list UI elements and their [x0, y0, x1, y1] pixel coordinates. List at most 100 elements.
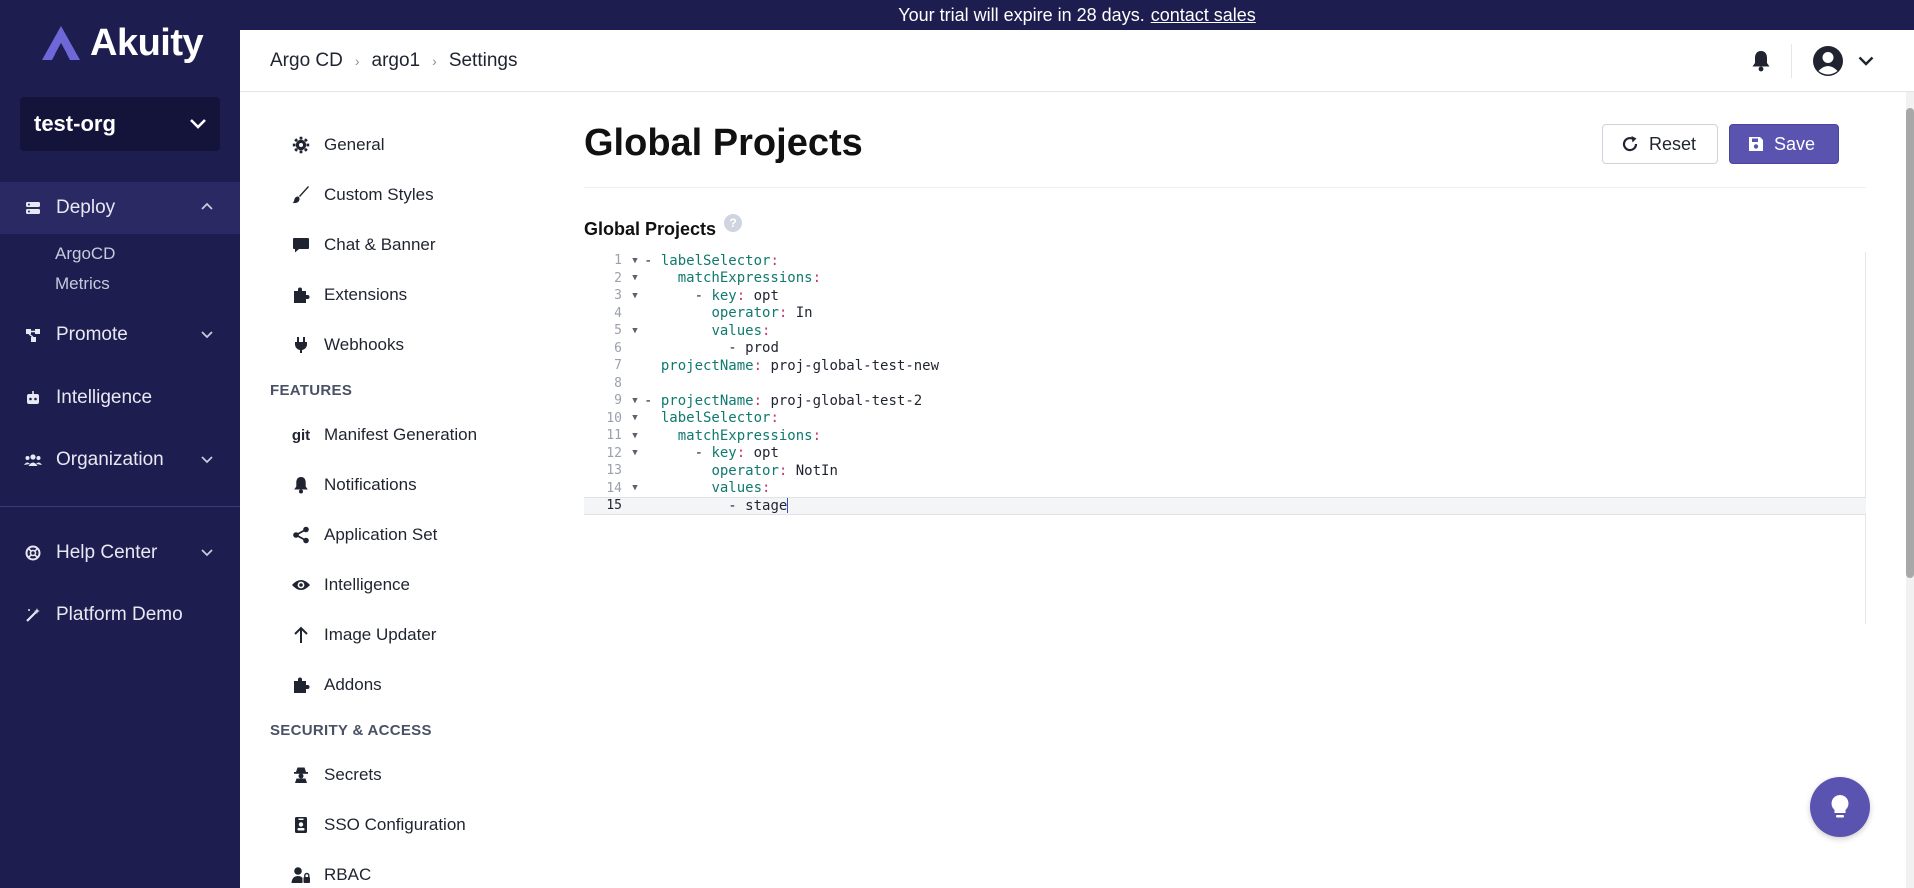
settings-item-chat-banner[interactable]: Chat & Banner — [290, 235, 436, 255]
yaml-colon: : — [762, 322, 771, 339]
user-lock-icon — [290, 865, 312, 885]
settings-item-label: Intelligence — [324, 575, 411, 594]
settings-item-webhooks[interactable]: Webhooks — [290, 335, 404, 355]
yaml-colon: : — [753, 392, 763, 409]
save-button[interactable]: Save — [1729, 124, 1839, 164]
contact-sales-link[interactable]: contact sales — [1151, 5, 1256, 26]
breadcrumb-argo-cd[interactable]: Argo CD — [270, 50, 343, 72]
git-icon: git — [291, 426, 311, 444]
code-line[interactable]: 12 ▼ - key: opt — [584, 445, 1866, 463]
code-line[interactable]: 2 ▼ matchExpressions: — [584, 270, 1866, 288]
org-selector[interactable]: test-org — [20, 97, 220, 151]
akuity-logo[interactable]: Akuity — [40, 22, 204, 65]
yaml-key: key — [711, 287, 737, 304]
code-line[interactable]: 9 ▼ - projectName: proj-global-test-2 — [584, 392, 1866, 410]
page-header: Argo CD › argo1 › Settings — [240, 30, 1914, 92]
bell-icon[interactable] — [1751, 50, 1771, 72]
fold-toggle-icon[interactable]: ▼ — [626, 431, 644, 441]
settings-item-application-set[interactable]: Application Set — [290, 525, 437, 545]
sidebar-item-intelligence[interactable]: Intelligence — [0, 372, 240, 424]
settings-item-notifications[interactable]: Notifications — [290, 475, 417, 495]
settings-item-manifest-generation[interactable]: git Manifest Generation — [290, 425, 477, 445]
fold-toggle-icon[interactable]: ▼ — [626, 448, 644, 458]
page-scrollbar[interactable] — [1906, 108, 1914, 578]
code-line[interactable]: 11 ▼ matchExpressions: — [584, 427, 1866, 445]
yaml-key: operator — [711, 462, 779, 479]
sidebar-item-organization[interactable]: Organization — [0, 434, 240, 486]
yaml-editor[interactable]: 1 ▼ - labelSelector: 2 ▼ matchExpressions: 3 ▼… — [584, 252, 1866, 624]
code-line[interactable]: 1 ▼ - labelSelector: — [584, 252, 1866, 270]
chevron-down-icon — [201, 456, 213, 464]
code-line[interactable]: 14 ▼ values: — [584, 480, 1866, 498]
plug-icon — [290, 335, 312, 355]
fold-toggle-icon[interactable]: ▼ — [626, 396, 644, 406]
code-line[interactable]: 3 ▼ - key: opt — [584, 287, 1866, 305]
settings-item-general[interactable]: General — [290, 135, 384, 155]
yaml-value: proj-global-test-new — [770, 357, 940, 374]
sidebar-item-promote[interactable]: Promote — [0, 309, 240, 361]
settings-item-rbac[interactable]: RBAC — [290, 865, 371, 885]
yaml-colon: : — [770, 410, 779, 427]
code-line[interactable]: 4 operator: In — [584, 305, 1866, 323]
code-line[interactable]: 7 projectName: proj-global-test-new — [584, 357, 1866, 375]
fold-toggle-icon[interactable]: ▼ — [626, 413, 644, 423]
sidebar-item-label: Help Center — [56, 542, 158, 563]
yaml-value: prod — [745, 340, 779, 357]
magic-wand-icon — [24, 606, 42, 624]
page-title: Global Projects — [584, 122, 863, 164]
fold-toggle-icon[interactable]: ▼ — [626, 483, 644, 493]
chevron-down-icon — [201, 549, 213, 557]
code-text: - key: opt — [644, 445, 779, 461]
yaml-key: matchExpressions — [677, 427, 813, 444]
puzzle-icon — [290, 285, 312, 305]
code-line[interactable]: 15 - stage — [584, 497, 1866, 515]
help-icon[interactable]: ? — [724, 213, 743, 232]
yaml-colon: : — [736, 287, 746, 304]
save-button-label: Save — [1774, 133, 1816, 154]
fold-toggle-icon[interactable]: ▼ — [626, 273, 644, 283]
yaml-colon: : — [736, 445, 746, 462]
yaml-key: values — [711, 322, 763, 339]
fold-toggle-icon[interactable]: ▼ — [626, 256, 644, 266]
header-actions — [1751, 44, 1874, 78]
reset-button[interactable]: Reset — [1602, 124, 1718, 164]
code-line[interactable]: 5 ▼ values: — [584, 322, 1866, 340]
settings-section-security: SECURITY & ACCESS — [270, 722, 432, 739]
yaml-value: opt — [753, 287, 779, 304]
sidebar-subitem-argocd[interactable]: ArgoCD — [55, 244, 115, 264]
settings-item-label: Manifest Generation — [324, 425, 478, 444]
fold-toggle-icon[interactable]: ▼ — [626, 291, 644, 301]
fold-toggle-icon[interactable]: ▼ — [626, 326, 644, 336]
settings-item-sso-configuration[interactable]: SSO Configuration — [290, 815, 466, 835]
sidebar-item-deploy[interactable]: Deploy — [0, 182, 240, 234]
yaml-dash: - — [694, 287, 712, 304]
reset-icon — [1622, 136, 1638, 152]
line-number: 2 — [614, 270, 622, 286]
code-text: - stage — [644, 498, 789, 514]
yaml-key: key — [711, 445, 737, 462]
settings-item-addons[interactable]: Addons — [290, 675, 382, 695]
line-number: 3 — [614, 288, 622, 304]
help-assistant-button[interactable] — [1810, 777, 1870, 837]
settings-item-label: Notifications — [324, 475, 417, 494]
user-menu[interactable] — [1812, 45, 1874, 77]
sidebar-subitem-metrics[interactable]: Metrics — [55, 274, 110, 294]
code-line[interactable]: 6 - prod — [584, 340, 1866, 358]
code-line[interactable]: 8 — [584, 375, 1866, 393]
sidebar-item-help-center[interactable]: Help Center — [0, 527, 240, 579]
yaml-dash: - — [728, 340, 746, 357]
settings-item-secrets[interactable]: Secrets — [290, 765, 382, 785]
sidebar-item-platform-demo[interactable]: Platform Demo — [0, 589, 240, 641]
trial-banner: Your trial will expire in 28 days. conta… — [240, 0, 1914, 30]
settings-item-custom-styles[interactable]: Custom Styles — [290, 185, 434, 205]
chevron-down-icon — [1858, 56, 1874, 66]
settings-item-extensions[interactable]: Extensions — [290, 285, 407, 305]
settings-item-intelligence[interactable]: Intelligence — [290, 575, 410, 595]
breadcrumb-instance[interactable]: argo1 — [372, 50, 421, 72]
code-line[interactable]: 10 ▼ labelSelector: — [584, 410, 1866, 428]
code-line[interactable]: 13 operator: NotIn — [584, 462, 1866, 480]
settings-item-image-updater[interactable]: Image Updater — [290, 625, 436, 645]
